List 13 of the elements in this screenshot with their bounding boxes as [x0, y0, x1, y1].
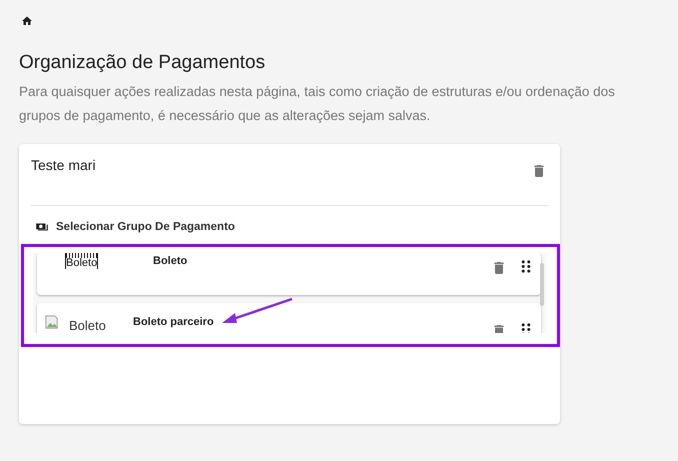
home-icon[interactable] [21, 15, 33, 27]
broken-image-icon [45, 315, 59, 329]
group-name: Teste mari [31, 157, 96, 175]
select-group-label[interactable]: Selecionar Grupo De Pagamento [56, 221, 235, 233]
page-title: Organização de Pagamentos [19, 52, 266, 74]
barcode-logo: Boleto [65, 253, 98, 269]
drag-handle-icon[interactable] [521, 323, 531, 333]
scrollbar[interactable] [540, 263, 544, 306]
page-description: Para quaisquer ações realizadas nesta página, tais como criação de estruturas e/ou ordenação dos grupos de pagamento, é necessário que as alterações sejam salvas. [19, 83, 616, 125]
method-name: Boleto parceiro [133, 316, 215, 328]
image-alt-text: Boleto [69, 318, 106, 333]
method-name: Boleto [153, 255, 188, 267]
drag-handle-icon[interactable] [521, 260, 531, 273]
